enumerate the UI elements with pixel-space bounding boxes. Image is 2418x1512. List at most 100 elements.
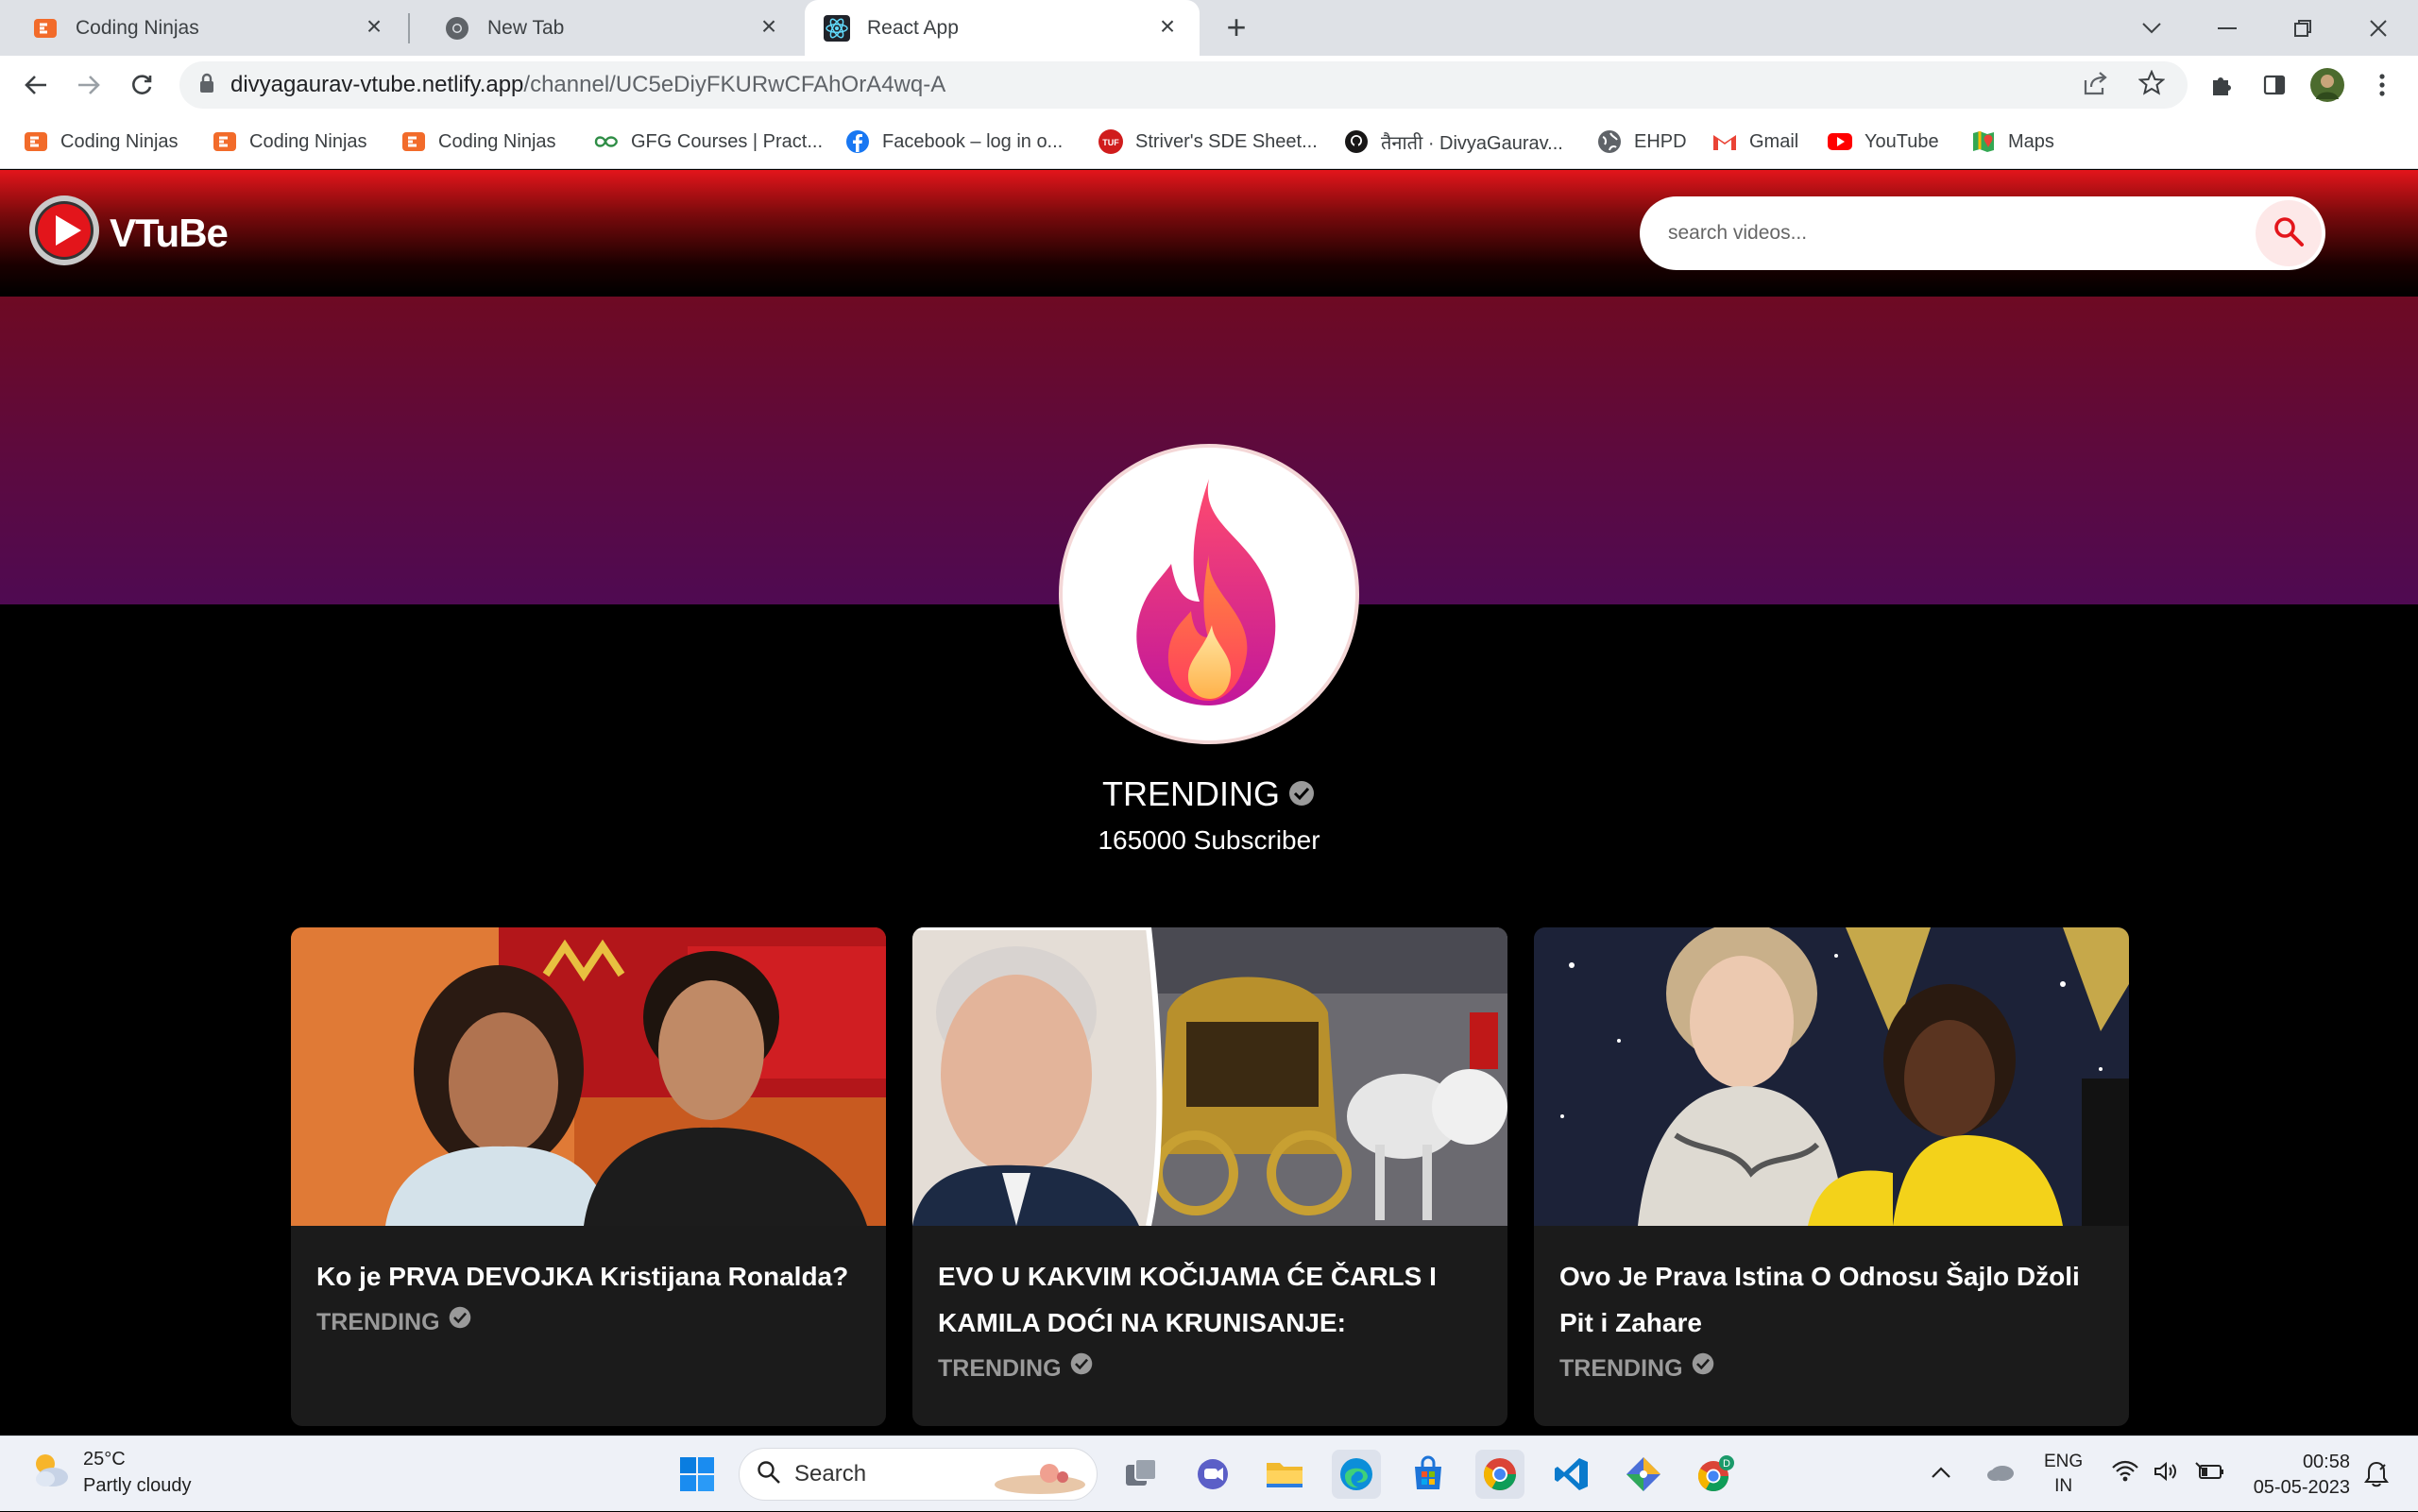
close-tab-icon[interactable]: × bbox=[1156, 13, 1179, 40]
url-path: /channel/UC5eDiyFKURwCFAhOrA4wq-A bbox=[523, 72, 946, 97]
chrome-profile-icon[interactable]: D bbox=[1691, 1450, 1740, 1499]
reload-icon[interactable] bbox=[123, 66, 161, 104]
teams-chat-icon[interactable] bbox=[1188, 1450, 1237, 1499]
video-channel[interactable]: TRENDING bbox=[1559, 1346, 2107, 1392]
svg-text:D: D bbox=[1723, 1458, 1730, 1470]
channel-label: TRENDING bbox=[316, 1309, 440, 1335]
chrome-taskbar-icon[interactable] bbox=[1475, 1450, 1524, 1499]
back-arrow-icon[interactable] bbox=[17, 66, 55, 104]
bookmark-coding-ninjas[interactable]: Coding Ninjas bbox=[212, 127, 367, 156]
side-panel-icon[interactable] bbox=[2256, 66, 2293, 104]
video-title[interactable]: EVO U KAKVIM KOČIJAMA ĆE ČARLS I KAMILA … bbox=[938, 1253, 1486, 1346]
bookmark-label: Coding Ninjas bbox=[60, 130, 179, 152]
video-card[interactable]: Ko je PRVA DEVOJKA Kristijana Ronalda? T… bbox=[291, 927, 886, 1426]
bookmark-maps[interactable]: Maps bbox=[1970, 127, 2054, 156]
taskbar-clock[interactable]: 00:58 05-05-2023 bbox=[2254, 1450, 2350, 1501]
search-box bbox=[1640, 196, 2325, 270]
tab-react-app[interactable]: React App × bbox=[805, 0, 1200, 56]
file-explorer-icon[interactable] bbox=[1260, 1450, 1309, 1499]
microsoft-store-icon[interactable] bbox=[1404, 1450, 1453, 1499]
task-view-icon[interactable] bbox=[1116, 1450, 1166, 1499]
maps-icon bbox=[1970, 128, 1997, 155]
close-tab-icon[interactable]: × bbox=[363, 13, 385, 40]
lock-icon[interactable] bbox=[198, 73, 215, 98]
chrome-menu-icon[interactable] bbox=[2363, 66, 2401, 104]
language-indicator[interactable]: ENG IN bbox=[2044, 1450, 2083, 1499]
profile-avatar[interactable] bbox=[2308, 66, 2346, 104]
bookmark-ehpd[interactable]: EHPD bbox=[1596, 127, 1687, 156]
system-tray: ENG IN bbox=[1931, 1436, 2224, 1512]
tab-coding-ninjas[interactable]: Coding Ninjas × bbox=[0, 0, 406, 56]
bookmark-striver[interactable]: TUF Striver's SDE Sheet... bbox=[1098, 127, 1318, 156]
bookmark-github[interactable]: तैनाती · DivyaGaurav... bbox=[1343, 127, 1563, 156]
search-icon bbox=[757, 1460, 781, 1489]
bookmarks-bar: Coding Ninjas Coding Ninjas Coding Ninja… bbox=[0, 114, 2418, 169]
video-thumbnail[interactable] bbox=[1534, 927, 2129, 1226]
gfg-icon bbox=[593, 128, 620, 155]
tab-search-chevron-icon[interactable] bbox=[2133, 9, 2171, 47]
close-tab-icon[interactable]: × bbox=[758, 13, 780, 40]
bookmark-youtube[interactable]: YouTube bbox=[1827, 127, 1939, 156]
extensions-puzzle-icon[interactable] bbox=[2203, 66, 2240, 104]
channel-title: TRENDING bbox=[0, 774, 2418, 816]
taskbar-search[interactable]: Search bbox=[739, 1448, 1098, 1501]
tab-new-tab[interactable]: New Tab × bbox=[412, 0, 801, 56]
search-button[interactable] bbox=[2256, 200, 2322, 266]
video-channel[interactable]: TRENDING bbox=[316, 1300, 864, 1346]
browser-toolbar: divyagaurav-vtube.netlify.app/channel/UC… bbox=[0, 56, 2418, 114]
bookmark-star-icon[interactable] bbox=[2137, 69, 2166, 101]
vscode-icon[interactable] bbox=[1547, 1450, 1596, 1499]
new-tab-button[interactable]: + bbox=[1218, 10, 1254, 46]
notification-bell-icon[interactable] bbox=[2352, 1450, 2401, 1499]
volume-icon[interactable] bbox=[2153, 1460, 2181, 1488]
url-text[interactable]: divyagaurav-vtube.netlify.app/channel/UC… bbox=[230, 72, 945, 98]
clock-date: 05-05-2023 bbox=[2253, 1477, 2350, 1498]
video-card[interactable]: Ovo Je Prava Istina O Odnosu Šajlo Džoli… bbox=[1534, 927, 2129, 1426]
edge-browser-icon[interactable] bbox=[1332, 1450, 1381, 1499]
bookmark-label: Maps bbox=[2008, 130, 2054, 152]
fire-icon bbox=[1110, 469, 1308, 720]
bookmark-gfg[interactable]: GFG Courses | Pract... bbox=[593, 127, 823, 156]
bookmark-gmail[interactable]: Gmail bbox=[1711, 127, 1798, 156]
channel-name: TRENDING bbox=[1102, 774, 1280, 813]
video-channel[interactable]: TRENDING bbox=[938, 1346, 1486, 1392]
bookmark-label: GFG Courses | Pract... bbox=[631, 130, 824, 152]
forward-arrow-icon[interactable] bbox=[70, 66, 108, 104]
video-title[interactable]: Ovo Je Prava Istina O Odnosu Šajlo Džoli… bbox=[1559, 1253, 2107, 1346]
address-bar[interactable]: divyagaurav-vtube.netlify.app/channel/UC… bbox=[179, 61, 2188, 109]
verified-check-icon bbox=[1691, 1346, 1715, 1392]
bookmark-label: Coding Ninjas bbox=[438, 130, 556, 152]
clock-time: 00:58 bbox=[2302, 1452, 2350, 1472]
facebook-icon bbox=[844, 128, 871, 155]
search-input[interactable] bbox=[1668, 196, 2235, 270]
tab-separator bbox=[408, 13, 410, 43]
chevron-up-icon[interactable] bbox=[1931, 1464, 1951, 1485]
svg-text:TUF: TUF bbox=[1102, 138, 1119, 147]
git-client-icon[interactable] bbox=[1619, 1450, 1668, 1499]
bookmark-coding-ninjas[interactable]: Coding Ninjas bbox=[23, 127, 179, 156]
minimize-icon[interactable] bbox=[2208, 9, 2246, 47]
share-icon[interactable] bbox=[2082, 71, 2108, 100]
vtube-page: VTuBe search videos... TRENDING 165000 S… bbox=[0, 170, 2418, 1436]
gmail-icon bbox=[1711, 128, 1738, 155]
bookmark-coding-ninjas[interactable]: Coding Ninjas bbox=[400, 127, 556, 156]
bookmark-label: YouTube bbox=[1865, 130, 1939, 152]
url-host: divyagaurav-vtube.netlify.app bbox=[230, 72, 524, 97]
browser-tab-strip: Coding Ninjas × New Tab × React App × + bbox=[0, 0, 2418, 56]
video-thumbnail[interactable] bbox=[291, 927, 886, 1226]
app-logo[interactable]: VTuBe bbox=[26, 193, 229, 273]
video-card[interactable]: EVO U KAKVIM KOČIJAMA ĆE ČARLS I KAMILA … bbox=[912, 927, 1507, 1426]
close-window-icon[interactable] bbox=[2359, 9, 2397, 47]
restore-icon[interactable] bbox=[2284, 9, 2322, 47]
video-title[interactable]: Ko je PRVA DEVOJKA Kristijana Ronalda? bbox=[316, 1253, 864, 1300]
bookmark-label: Gmail bbox=[1749, 130, 1799, 152]
battery-icon[interactable] bbox=[2194, 1461, 2224, 1487]
play-logo-icon bbox=[26, 193, 102, 273]
video-thumbnail[interactable] bbox=[912, 927, 1507, 1226]
windows-start-icon[interactable] bbox=[673, 1450, 722, 1499]
onedrive-cloud-icon[interactable] bbox=[1985, 1461, 2016, 1487]
partly-cloudy-icon bbox=[28, 1449, 72, 1497]
wifi-icon[interactable] bbox=[2111, 1460, 2139, 1488]
bookmark-facebook[interactable]: Facebook – log in o... bbox=[844, 127, 1063, 156]
weather-widget[interactable]: 25°C Partly cloudy bbox=[28, 1446, 192, 1499]
